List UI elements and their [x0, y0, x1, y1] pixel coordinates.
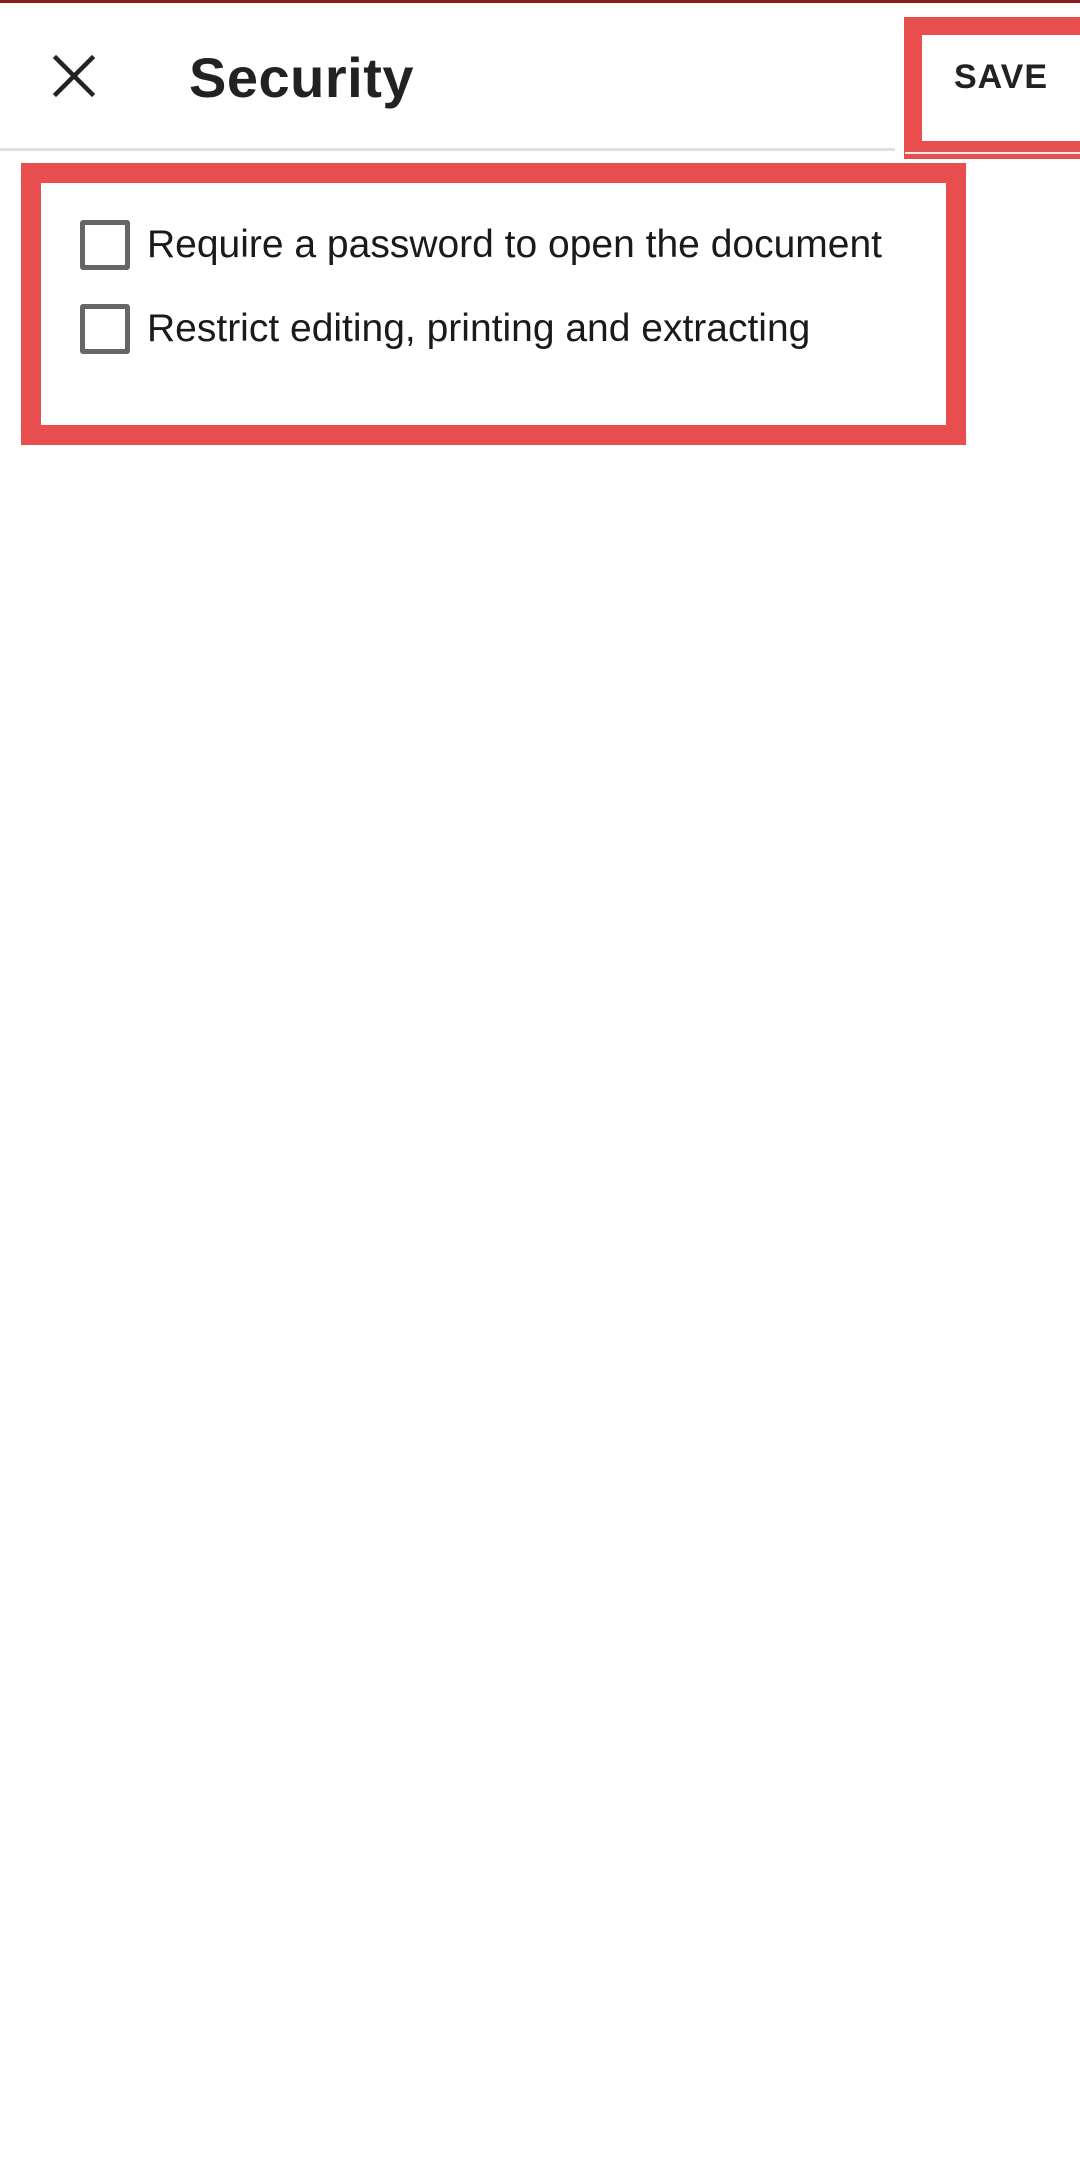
- restrict-editing-checkbox[interactable]: [80, 304, 130, 354]
- require-password-option[interactable]: Require a password to open the document: [80, 215, 882, 275]
- restrict-editing-label: Restrict editing, printing and extractin…: [147, 307, 811, 350]
- close-button[interactable]: [38, 40, 110, 112]
- header-divider: [0, 148, 895, 151]
- page-title: Security: [189, 46, 414, 109]
- security-screen: Security SAVE Require a password to open…: [0, 0, 1080, 2171]
- restrict-editing-option[interactable]: Restrict editing, printing and extractin…: [80, 299, 810, 359]
- header-divider-right: [905, 152, 1080, 154]
- require-password-checkbox[interactable]: [80, 220, 130, 270]
- close-icon: [52, 54, 96, 98]
- require-password-label: Require a password to open the document: [147, 223, 882, 266]
- save-button[interactable]: SAVE: [940, 52, 1062, 102]
